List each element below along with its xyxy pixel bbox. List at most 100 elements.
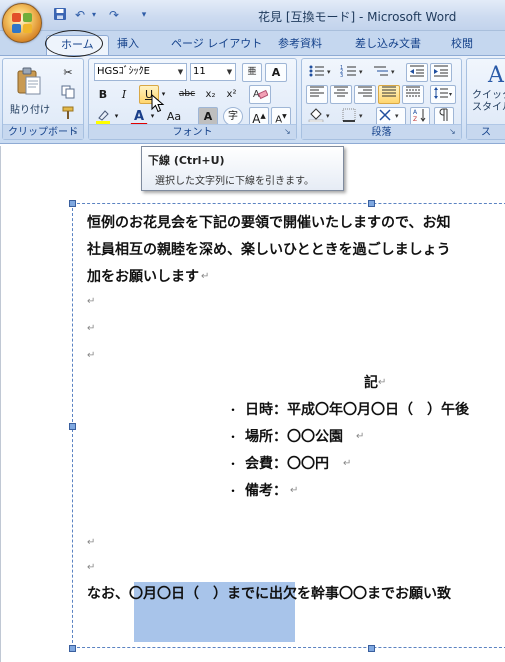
page-edge	[0, 146, 1, 662]
paragraph-mark: ↵	[378, 377, 387, 388]
body-line-3: 加をお願いします	[87, 269, 199, 285]
increase-indent-button[interactable]	[430, 63, 452, 82]
paragraph-mark: ↵	[87, 537, 96, 548]
paragraph-mark: ↵	[290, 485, 299, 496]
align-center-button[interactable]	[330, 85, 352, 104]
svg-text:A: A	[413, 109, 418, 116]
phonetic-guide-label: 亜	[247, 67, 257, 77]
italic-button[interactable]: I	[115, 85, 133, 104]
font-group-label: フォント	[89, 124, 296, 139]
line-spacing-button[interactable]: ▾	[430, 85, 456, 104]
paste-button[interactable]: 貼り付け	[7, 63, 51, 121]
tab-references[interactable]: 参考資料	[278, 35, 322, 55]
paragraph-mark: ↵	[87, 323, 96, 334]
item-fee: 会費：〇〇円	[245, 456, 329, 472]
bullet-icon: ・	[227, 484, 240, 498]
cut-icon[interactable]: ✂	[58, 63, 78, 82]
tooltip-title: 下線 (Ctrl+U)	[148, 154, 225, 167]
svg-text:Z: Z	[413, 116, 417, 122]
eraser-icon: A	[253, 89, 269, 100]
tab-insert[interactable]: 挿入	[117, 35, 139, 55]
resize-handle-bottom-left[interactable]	[69, 645, 76, 652]
paste-label: 貼り付け	[10, 105, 50, 116]
tab-mailings[interactable]: 差し込み文書	[355, 35, 421, 55]
line-spacing-icon: ▾	[434, 87, 452, 99]
customize-toolbar-icon[interactable]: ▾	[136, 7, 152, 23]
footer-line: なお、〇月〇日（ ）までに出欠を幹事〇〇までお願い致	[87, 586, 451, 602]
mouse-pointer-icon	[151, 94, 165, 113]
bullets-button[interactable]: ▾	[306, 63, 336, 82]
bold-button[interactable]: B	[94, 85, 112, 104]
borders-icon: ▾	[342, 108, 363, 122]
bullet-icon: ・	[227, 430, 240, 444]
resize-handle-top-left[interactable]	[69, 200, 76, 207]
title-bar: ↶ ▾ ↷ ▾ 花見 [互換モード] - Microsoft Word	[0, 0, 505, 31]
bullets-icon: ▾	[309, 65, 331, 77]
align-center-icon	[334, 86, 348, 97]
font-launcher-icon[interactable]: ↘	[284, 127, 294, 137]
item-place: 場所：〇〇公園	[245, 429, 343, 445]
char-border-button[interactable]: A	[265, 63, 287, 82]
font-name-dropdown-icon[interactable]: ▼	[175, 64, 186, 80]
font-name-combo[interactable]: HGSｺﾞｼｯｸE ▼	[94, 63, 187, 81]
ribbon: 貼り付け ✂ クリップボード ↘ HGSｺﾞｼｯｸE ▼ 11 ▼ 亜 A B …	[0, 56, 505, 144]
font-group: HGSｺﾞｼｯｸE ▼ 11 ▼ 亜 A B I U ▾ abc x₂ x² A…	[88, 58, 297, 140]
clipboard-group: 貼り付け ✂ クリップボード ↘	[2, 58, 84, 140]
subscript-button[interactable]: x₂	[201, 85, 220, 104]
svg-text:▾: ▾	[326, 112, 330, 120]
highlighter-icon	[96, 110, 110, 124]
paste-icon	[17, 67, 41, 95]
distribute-icon	[406, 86, 420, 97]
clipboard-launcher-icon[interactable]: ↘	[71, 127, 81, 137]
decrease-indent-icon	[410, 65, 424, 77]
multilevel-list-button[interactable]: ▾	[370, 63, 400, 82]
paragraph-mark: ↵	[87, 562, 96, 573]
increase-indent-icon	[434, 65, 448, 77]
clear-formatting-button[interactable]: A	[249, 85, 271, 104]
quick-styles-button[interactable]: A クイック スタイル	[471, 61, 505, 121]
multilevel-list-icon: ▾	[374, 66, 395, 76]
save-icon[interactable]	[52, 7, 68, 23]
redo-icon[interactable]: ↷	[106, 7, 122, 23]
justify-icon	[382, 86, 396, 97]
note-heading: 記	[364, 375, 378, 391]
font-size-dropdown-icon[interactable]: ▼	[224, 64, 235, 80]
numbering-button[interactable]: 1 2 3 ▾	[338, 63, 368, 82]
office-button[interactable]	[2, 3, 42, 43]
resize-handle-bottom-center[interactable]	[368, 645, 375, 652]
tab-page-layout[interactable]: ページ レイアウト	[171, 35, 262, 55]
align-right-button[interactable]	[354, 85, 376, 104]
numbering-icon: 123 ▾	[340, 65, 363, 79]
svg-text:▾: ▾	[359, 68, 363, 76]
superscript-button[interactable]: x²	[222, 85, 241, 104]
resize-handle-middle-left[interactable]	[69, 423, 76, 430]
font-size-combo[interactable]: 11 ▼	[190, 63, 236, 81]
paragraph-mark: ↵	[343, 458, 352, 469]
tooltip-description: 選択した文字列に下線を引きます。	[155, 176, 314, 187]
format-painter-icon[interactable]	[58, 105, 78, 124]
distribute-button[interactable]	[402, 85, 424, 104]
font-name-value: HGSｺﾞｼｯｸE	[97, 66, 150, 77]
item-date: 日時：平成〇年〇月〇日（ ）午後	[245, 402, 469, 418]
paragraph-mark-icon	[439, 108, 448, 121]
strikethrough-button[interactable]: abc	[175, 85, 199, 104]
paragraph-mark: ↵	[87, 296, 96, 307]
svg-text:▾: ▾	[395, 112, 399, 120]
undo-dropdown-icon[interactable]: ▾	[86, 7, 102, 23]
align-left-button[interactable]	[306, 85, 328, 104]
phonetic-guide-button[interactable]: 亜	[242, 63, 262, 82]
paragraph-launcher-icon[interactable]: ↘	[449, 127, 459, 137]
office-logo-icon	[12, 13, 34, 35]
decrease-indent-button[interactable]	[406, 63, 428, 82]
justify-button[interactable]	[378, 85, 400, 104]
align-left-icon	[310, 86, 324, 97]
quick-styles-label-1: クイック	[472, 90, 505, 101]
resize-handle-top-center[interactable]	[368, 200, 375, 207]
paint-bucket-icon: ▾	[308, 108, 330, 123]
tab-review[interactable]: 校閲	[451, 35, 473, 55]
copy-icon[interactable]	[58, 84, 78, 103]
underline-tooltip: 下線 (Ctrl+U) 選択した文字列に下線を引きます。	[141, 146, 344, 191]
bullet-icon: ・	[227, 457, 240, 471]
quick-styles-icon: A	[488, 63, 504, 88]
styles-group-label: ス	[467, 124, 505, 139]
